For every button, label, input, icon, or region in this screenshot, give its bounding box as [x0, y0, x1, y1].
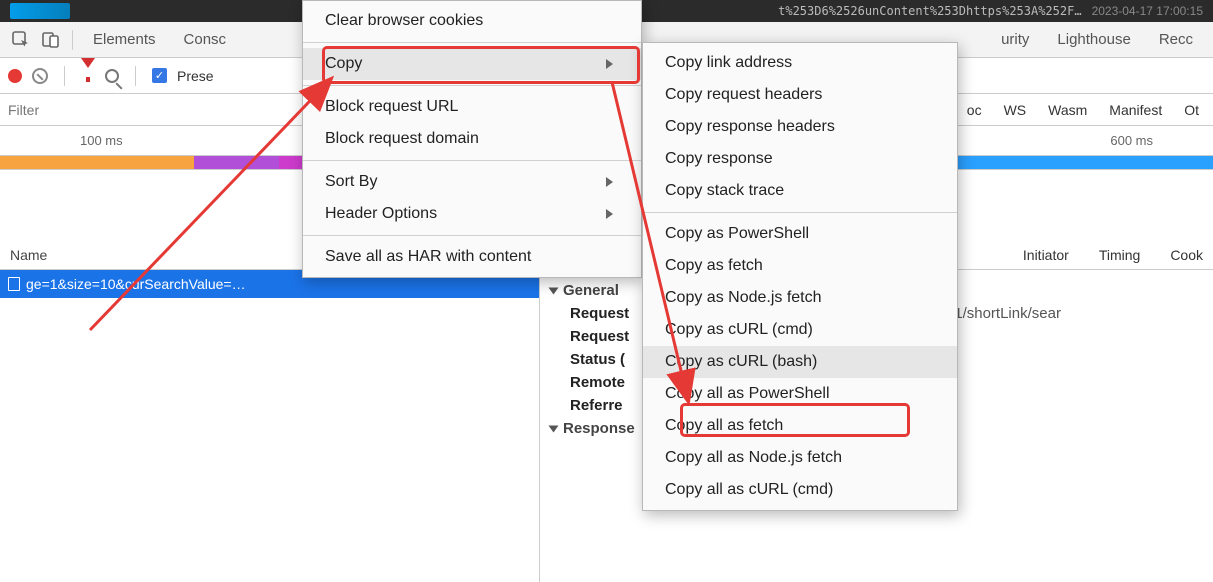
disclosure-triangle-icon [549, 425, 559, 432]
menu-copy-as-curl-cmd-label: Copy as cURL (cmd) [665, 321, 813, 339]
section-general-label: General [563, 282, 619, 299]
separator [64, 66, 65, 86]
url-fragment: t%253D6%2526unContent%253Dhttps%253A%252… [778, 4, 1081, 18]
menu-block-domain[interactable]: Block request domain [303, 123, 641, 155]
menu-clear-cookies[interactable]: Clear browser cookies [303, 5, 641, 37]
menu-copy-link-label: Copy link address [665, 54, 792, 72]
menu-copy-all-fetch[interactable]: Copy all as fetch [643, 410, 957, 442]
request-url-key: Request [570, 305, 629, 322]
tab-recorder[interactable]: Recc [1145, 22, 1207, 57]
preserve-log-checkbox[interactable]: ✓ [152, 68, 167, 83]
preserve-log-label: Prese [177, 68, 214, 84]
request-row-text: ge=1&size=10&curSearchValue=… [26, 276, 246, 292]
menu-copy-link[interactable]: Copy link address [643, 47, 957, 79]
menu-copy-as-curl-bash[interactable]: Copy as cURL (bash) [643, 346, 957, 378]
context-menu-main: Clear browser cookies Copy Block request… [302, 0, 642, 278]
record-icon[interactable] [8, 69, 22, 83]
menu-clear-cookies-label: Clear browser cookies [325, 12, 483, 30]
referrer-key: Referre [570, 397, 623, 414]
menu-sort-by-label: Sort By [325, 173, 377, 191]
menu-copy-as-curl-bash-label: Copy as cURL (bash) [665, 353, 817, 371]
col-name[interactable]: Name [10, 247, 47, 263]
menu-copy-as-node-fetch-label: Copy as Node.js fetch [665, 289, 822, 307]
tab-initiator[interactable]: Initiator [1023, 247, 1069, 263]
menu-copy-res-headers-label: Copy response headers [665, 118, 835, 136]
menu-sort-by[interactable]: Sort By [303, 166, 641, 198]
menu-block-url-label: Block request URL [325, 98, 458, 116]
menu-copy-all-node-fetch-label: Copy all as Node.js fetch [665, 449, 842, 467]
menu-save-har-label: Save all as HAR with content [325, 248, 531, 266]
menu-save-har[interactable]: Save all as HAR with content [303, 241, 641, 273]
menu-copy-as-curl-cmd[interactable]: Copy as cURL (cmd) [643, 314, 957, 346]
menu-block-domain-label: Block request domain [325, 130, 479, 148]
document-icon [8, 277, 20, 291]
site-logo-icon [10, 3, 70, 19]
menu-separator [643, 212, 957, 213]
menu-copy-all-powershell-label: Copy all as PowerShell [665, 385, 830, 403]
menu-separator [303, 42, 641, 43]
separator [135, 66, 136, 86]
menu-copy-response[interactable]: Copy response [643, 143, 957, 175]
request-method-key: Request [570, 328, 629, 345]
menu-block-url[interactable]: Block request URL [303, 91, 641, 123]
menu-copy-all-node-fetch[interactable]: Copy all as Node.js fetch [643, 442, 957, 474]
separator [72, 30, 73, 50]
submenu-arrow-icon [606, 59, 613, 69]
tab-lighthouse[interactable]: Lighthouse [1043, 22, 1144, 57]
menu-separator [303, 85, 641, 86]
section-response-label: Response [563, 420, 635, 437]
inspect-element-icon[interactable] [12, 31, 30, 49]
page-timestamp: 2023-04-17 17:00:15 [1092, 4, 1203, 18]
tab-console[interactable]: Consc [170, 22, 241, 57]
tab-security[interactable]: urity [987, 22, 1043, 57]
menu-copy-all-fetch-label: Copy all as fetch [665, 417, 783, 435]
tab-elements[interactable]: Elements [79, 22, 170, 57]
filter-input[interactable] [8, 102, 208, 118]
menu-header-options-label: Header Options [325, 205, 437, 223]
menu-copy-req-headers-label: Copy request headers [665, 86, 822, 104]
menu-copy-stack-label: Copy stack trace [665, 182, 784, 200]
menu-copy-all-curl-cmd-label: Copy all as cURL (cmd) [665, 481, 833, 499]
tab-cookies[interactable]: Cook [1170, 247, 1203, 263]
menu-copy-response-label: Copy response [665, 150, 773, 168]
filter-wasm[interactable]: Wasm [1042, 102, 1093, 118]
menu-copy-as-powershell-label: Copy as PowerShell [665, 225, 809, 243]
menu-copy-res-headers[interactable]: Copy response headers [643, 111, 957, 143]
menu-copy-as-powershell[interactable]: Copy as PowerShell [643, 218, 957, 250]
menu-copy[interactable]: Copy [303, 48, 641, 80]
menu-copy-as-fetch-label: Copy as fetch [665, 257, 763, 275]
menu-copy-all-powershell[interactable]: Copy all as PowerShell [643, 378, 957, 410]
status-key: Status ( [570, 351, 625, 368]
menu-separator [303, 235, 641, 236]
menu-copy-stack[interactable]: Copy stack trace [643, 175, 957, 207]
clear-icon[interactable] [32, 68, 48, 84]
search-icon[interactable] [105, 69, 119, 83]
filter-manifest[interactable]: Manifest [1103, 102, 1168, 118]
menu-copy-as-node-fetch[interactable]: Copy as Node.js fetch [643, 282, 957, 314]
filter-icon[interactable] [81, 68, 95, 84]
filter-ws[interactable]: WS [998, 102, 1033, 118]
remote-key: Remote [570, 374, 625, 391]
menu-separator [303, 160, 641, 161]
context-menu-copy: Copy link address Copy request headers C… [642, 42, 958, 511]
filter-doc[interactable]: oc [961, 102, 988, 118]
menu-copy-all-curl-cmd[interactable]: Copy all as cURL (cmd) [643, 474, 957, 506]
filter-other[interactable]: Ot [1178, 102, 1205, 118]
disclosure-triangle-icon [549, 287, 559, 294]
device-toolbar-icon[interactable] [42, 31, 60, 49]
submenu-arrow-icon [606, 177, 613, 187]
submenu-arrow-icon [606, 209, 613, 219]
menu-header-options[interactable]: Header Options [303, 198, 641, 230]
menu-copy-label: Copy [325, 55, 362, 73]
menu-copy-req-headers[interactable]: Copy request headers [643, 79, 957, 111]
tab-timing[interactable]: Timing [1099, 247, 1141, 263]
menu-copy-as-fetch[interactable]: Copy as fetch [643, 250, 957, 282]
